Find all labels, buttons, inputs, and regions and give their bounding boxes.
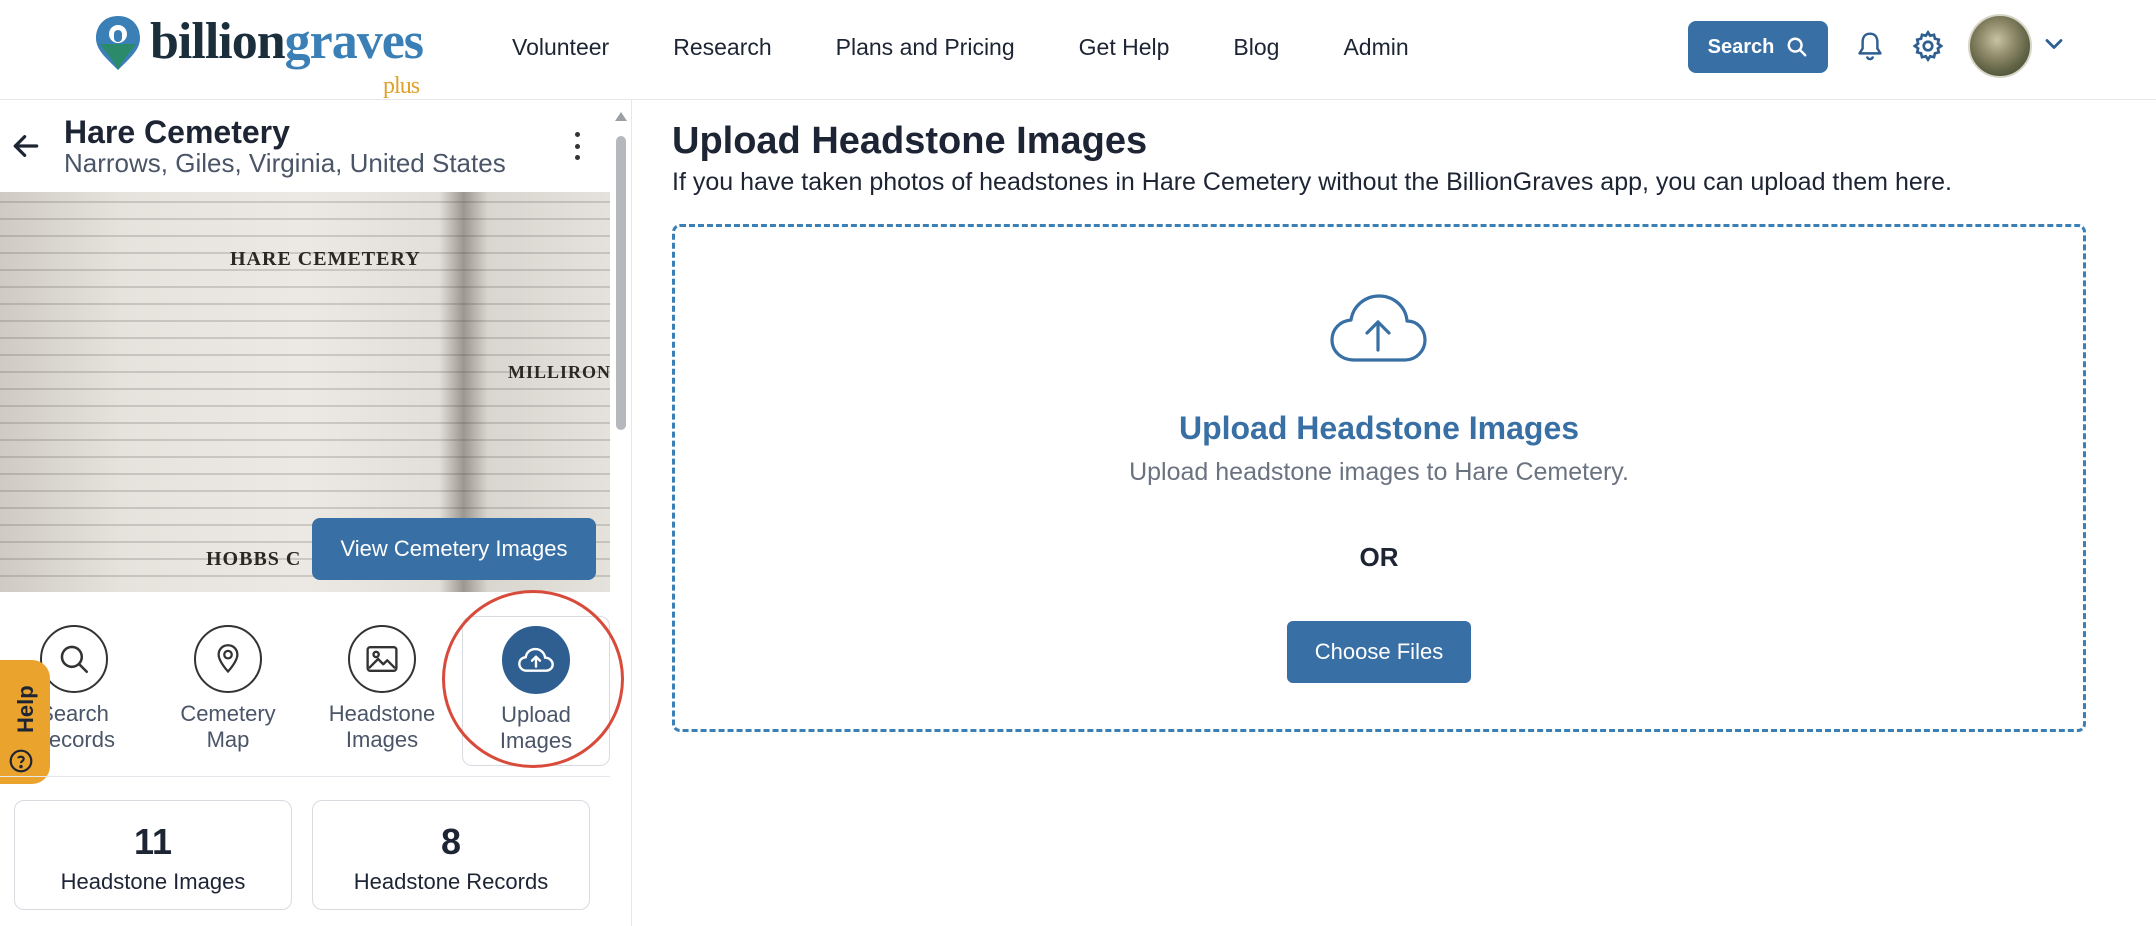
tile-label-line1: Cemetery [180,701,276,726]
bell-icon [1858,32,1882,61]
search-icon [60,645,89,674]
tile-label-line1: Headstone [328,701,436,726]
tile-label-line2: Images [499,728,573,753]
sidebar-scrollbar[interactable] [616,136,626,430]
nav-volunteer[interactable]: Volunteer [512,34,609,61]
scroll-up-arrow-icon[interactable] [615,112,627,121]
dropzone-title: Upload Headstone Images [1178,410,1580,446]
search-button-label: Search [1707,35,1775,58]
stat-label: Headstone Records [353,869,549,894]
photo-heading-hare: HARE CEMETERY [230,248,421,270]
search-button[interactable]: Search [1688,21,1828,73]
nav-research[interactable]: Research [673,34,771,61]
search-icon [1787,37,1807,57]
map-pin-icon [217,644,239,674]
cemetery-location: Narrows, Giles, Virginia, United States [64,148,506,178]
tile-label-line2: Map [206,727,250,752]
or-separator: OR [1359,542,1399,572]
stats-divider [0,776,610,777]
logo-shield-icon [96,16,140,70]
help-circle-icon [9,749,33,773]
gear-icon [1912,30,1944,62]
help-tab[interactable]: Help [0,660,50,784]
upload-images-tile[interactable]: Upload Images [462,616,610,766]
photo-heading-milliron: MILLIRON [508,362,610,382]
more-options-icon[interactable] [562,128,592,164]
tile-label-line1: Upload [501,702,571,727]
cemetery-name: Hare Cemetery [64,114,290,150]
photo-heading-hobbs: HOBBS C [206,548,302,570]
nav-admin[interactable]: Admin [1343,34,1408,61]
billiongraves-logo[interactable]: billiongraves plus [92,13,424,99]
view-cemetery-images-button[interactable]: View Cemetery Images [312,518,596,580]
logo-word-billion: billion [150,13,286,70]
image-icon [366,646,398,672]
tile-label-line2: Images [345,727,419,752]
user-avatar[interactable] [1968,14,2032,78]
back-arrow-icon[interactable] [10,130,42,162]
cloud-upload-icon [1330,294,1427,362]
main-nav: Volunteer Research Plans and Pricing Get… [512,34,1473,61]
nav-get-help[interactable]: Get Help [1079,34,1170,61]
headstone-images-tile[interactable]: Headstone Images [308,616,456,766]
settings-button[interactable] [1908,26,1948,66]
top-header: billiongraves plus Volunteer Research Pl… [0,0,2156,100]
nav-plans-pricing[interactable]: Plans and Pricing [836,34,1015,61]
headstone-records-stat[interactable]: 8 Headstone Records [312,800,590,910]
page-title: Upload Headstone Images [672,120,1148,162]
cemetery-map-tile[interactable]: Cemetery Map [154,616,302,766]
page-subtitle: If you have taken photos of headstones i… [672,168,1952,196]
stat-value: 8 [440,821,462,862]
stat-value: 11 [133,821,173,862]
cemetery-sidebar: Hare Cemetery Narrows, Giles, Virginia, … [0,100,632,926]
stat-label: Headstone Images [60,869,246,894]
cloud-upload-icon [518,647,554,672]
choose-files-button[interactable]: Choose Files [1287,621,1471,683]
help-label: Help [13,685,38,733]
nav-blog[interactable]: Blog [1233,34,1279,61]
headstone-images-stat[interactable]: 11 Headstone Images [14,800,292,910]
chevron-down-icon[interactable] [2040,30,2068,58]
notifications-button[interactable] [1850,26,1890,66]
dropzone-subtitle: Upload headstone images to Hare Cemetery… [1129,458,1629,486]
